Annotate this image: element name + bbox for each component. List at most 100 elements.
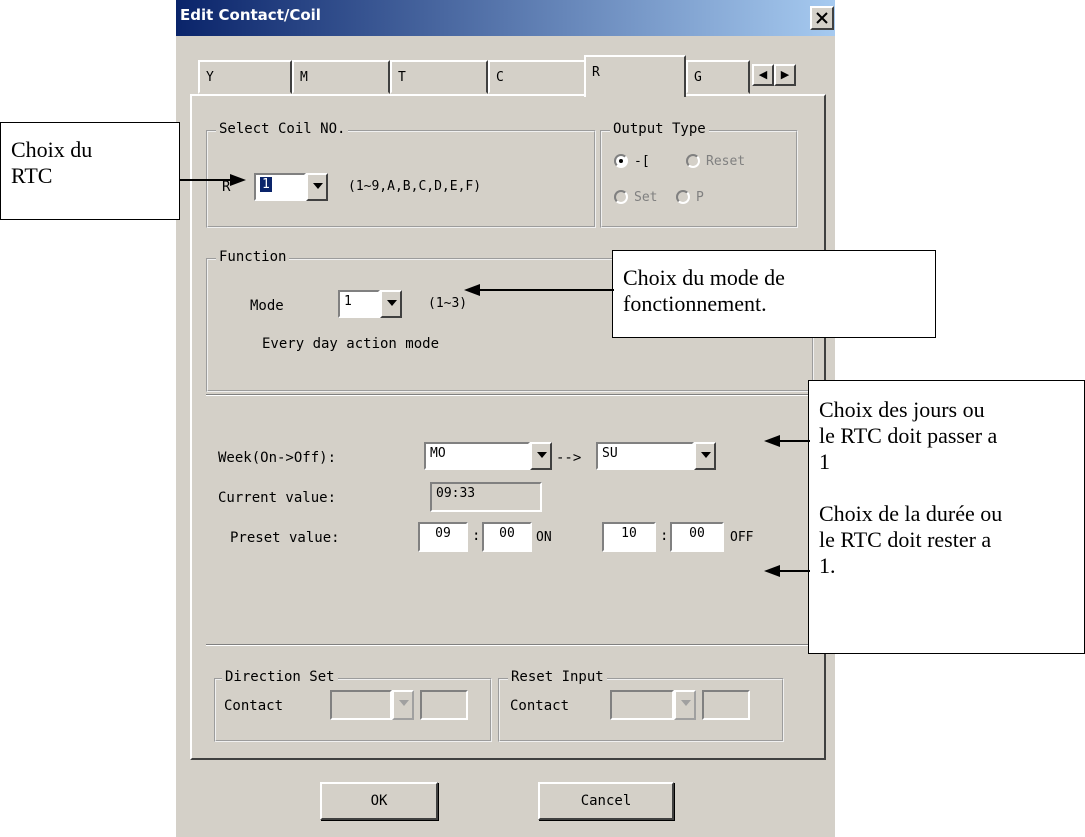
preset-off-hour: 10: [621, 526, 637, 541]
select-coil-legend: Select Coil NO.: [216, 121, 349, 137]
reset-contact-label: Contact: [510, 698, 570, 714]
mode-range-hint: (1~3): [428, 296, 468, 311]
arrow-to-mode: [464, 284, 614, 296]
tab-label: T: [398, 70, 406, 85]
callout-days-line-2: le RTC doit passer a: [819, 423, 998, 448]
preset-on-hour: 09: [435, 526, 451, 541]
divider: [206, 644, 814, 646]
week-on-select[interactable]: MO: [424, 442, 530, 470]
close-icon: [816, 12, 828, 24]
week-label: Week(On->Off):: [218, 450, 337, 466]
arrow-to-preset: [764, 565, 810, 577]
output-type-set-label: Set: [634, 190, 658, 205]
preset-value-label: Preset value:: [230, 530, 340, 546]
tab-y[interactable]: Y: [198, 60, 292, 94]
direction-contact-dropdown-button[interactable]: [392, 690, 414, 720]
arrow-to-week: [764, 435, 810, 447]
preset-off-label: OFF: [730, 530, 754, 545]
preset-off-hour-input[interactable]: 10: [602, 522, 656, 552]
chevron-down-icon: [681, 700, 691, 706]
tab-scroll-left-button[interactable]: ◀: [752, 64, 774, 86]
callout-duration-line-3: 1.: [819, 553, 836, 578]
preset-on-label: ON: [536, 530, 552, 545]
coil-number-select[interactable]: 1: [254, 173, 306, 201]
reset-input-legend: Reset Input: [508, 669, 607, 685]
chevron-down-icon: [537, 452, 547, 458]
reset-contact-select[interactable]: [610, 690, 674, 720]
preset-on-minute-input[interactable]: 00: [482, 522, 532, 552]
current-value: 09:33: [436, 486, 476, 501]
tab-label: M: [300, 70, 308, 85]
direction-contact-select[interactable]: [330, 690, 392, 720]
chevron-down-icon: [399, 700, 409, 706]
title-bar[interactable]: Edit Contact/Coil: [176, 0, 835, 36]
callout-mode: Choix du mode de fonctionnement.: [612, 250, 936, 338]
triangle-right-icon: ▶: [780, 68, 790, 81]
triangle-left-icon: ◀: [758, 68, 768, 81]
chevron-down-icon: [701, 452, 711, 458]
tab-c[interactable]: C: [488, 60, 586, 94]
cancel-button[interactable]: Cancel: [538, 782, 674, 820]
reset-contact-dropdown-button[interactable]: [674, 690, 696, 720]
mode-description: Every day action mode: [262, 336, 440, 352]
divider: [206, 394, 814, 396]
tab-label: G: [694, 70, 702, 85]
tab-m[interactable]: M: [292, 60, 390, 94]
callout-rtc: Choix du RTC: [0, 122, 180, 220]
tab-panel-r: Select Coil NO. R 1 (1~9,A,B,C,D,E,F) Ou…: [190, 94, 826, 760]
time-separator: :: [472, 528, 481, 544]
direction-contact-number-input[interactable]: [420, 690, 468, 720]
arrow-to-coil-select: [180, 174, 246, 186]
callout-mode-line-2: fonctionnement.: [623, 291, 767, 316]
tab-t[interactable]: T: [390, 60, 488, 94]
current-value-field: 09:33: [430, 482, 542, 512]
tab-g[interactable]: G: [686, 60, 750, 94]
callout-mode-line-1: Choix du mode de: [623, 265, 785, 290]
week-arrow-label: -->: [556, 450, 582, 466]
direction-contact-label: Contact: [224, 698, 284, 714]
week-off-dropdown-button[interactable]: [694, 442, 716, 470]
coil-number-value: 1: [260, 177, 272, 192]
callout-days-line-1: Choix des jours ou: [819, 397, 985, 422]
mode-select[interactable]: 1: [338, 290, 380, 318]
output-type-group: [600, 130, 798, 228]
window-title: Edit Contact/Coil: [180, 6, 321, 24]
callout-days-line-3: 1: [819, 449, 830, 474]
week-on-value: MO: [430, 446, 446, 461]
callout-rtc-line-1: Choix du: [11, 137, 93, 162]
week-on-dropdown-button[interactable]: [530, 442, 552, 470]
callout-duration-line-1: Choix de la durée ou: [819, 501, 1003, 526]
function-legend: Function: [216, 249, 290, 265]
direction-set-legend: Direction Set: [222, 669, 338, 685]
tab-label: R: [592, 65, 600, 80]
output-type-coil-radio[interactable]: [614, 154, 628, 168]
chevron-down-icon: [387, 300, 397, 306]
current-value-label: Current value:: [218, 490, 337, 506]
callout-spacer: [819, 475, 1074, 501]
week-off-value: SU: [602, 446, 618, 461]
preset-off-minute-input[interactable]: 00: [670, 522, 724, 552]
output-type-reset-label: Reset: [706, 154, 746, 169]
callout-rtc-line-2: RTC: [11, 163, 53, 188]
close-button[interactable]: [810, 6, 834, 30]
preset-on-minute: 00: [499, 526, 515, 541]
coil-number-dropdown-button[interactable]: [306, 173, 328, 201]
callout-duration-line-2: le RTC doit rester a: [819, 527, 992, 552]
preset-off-minute: 00: [689, 526, 705, 541]
mode-value: 1: [344, 294, 352, 309]
output-type-p-label: P: [696, 190, 704, 205]
output-type-legend: Output Type: [610, 121, 709, 137]
output-type-p-radio[interactable]: [676, 190, 690, 204]
callout-days-duration: Choix des jours ou le RTC doit passer a …: [808, 380, 1085, 654]
output-type-reset-radio[interactable]: [686, 154, 700, 168]
reset-contact-number-input[interactable]: [702, 690, 750, 720]
preset-on-hour-input[interactable]: 09: [418, 522, 468, 552]
mode-dropdown-button[interactable]: [380, 290, 402, 318]
output-type-set-radio[interactable]: [614, 190, 628, 204]
coil-range-hint: (1~9,A,B,C,D,E,F): [348, 179, 482, 194]
ok-button[interactable]: OK: [320, 782, 438, 820]
tab-r[interactable]: R: [584, 55, 686, 97]
tab-scroll-right-button[interactable]: ▶: [774, 64, 796, 86]
mode-label: Mode: [250, 298, 284, 314]
week-off-select[interactable]: SU: [596, 442, 694, 470]
